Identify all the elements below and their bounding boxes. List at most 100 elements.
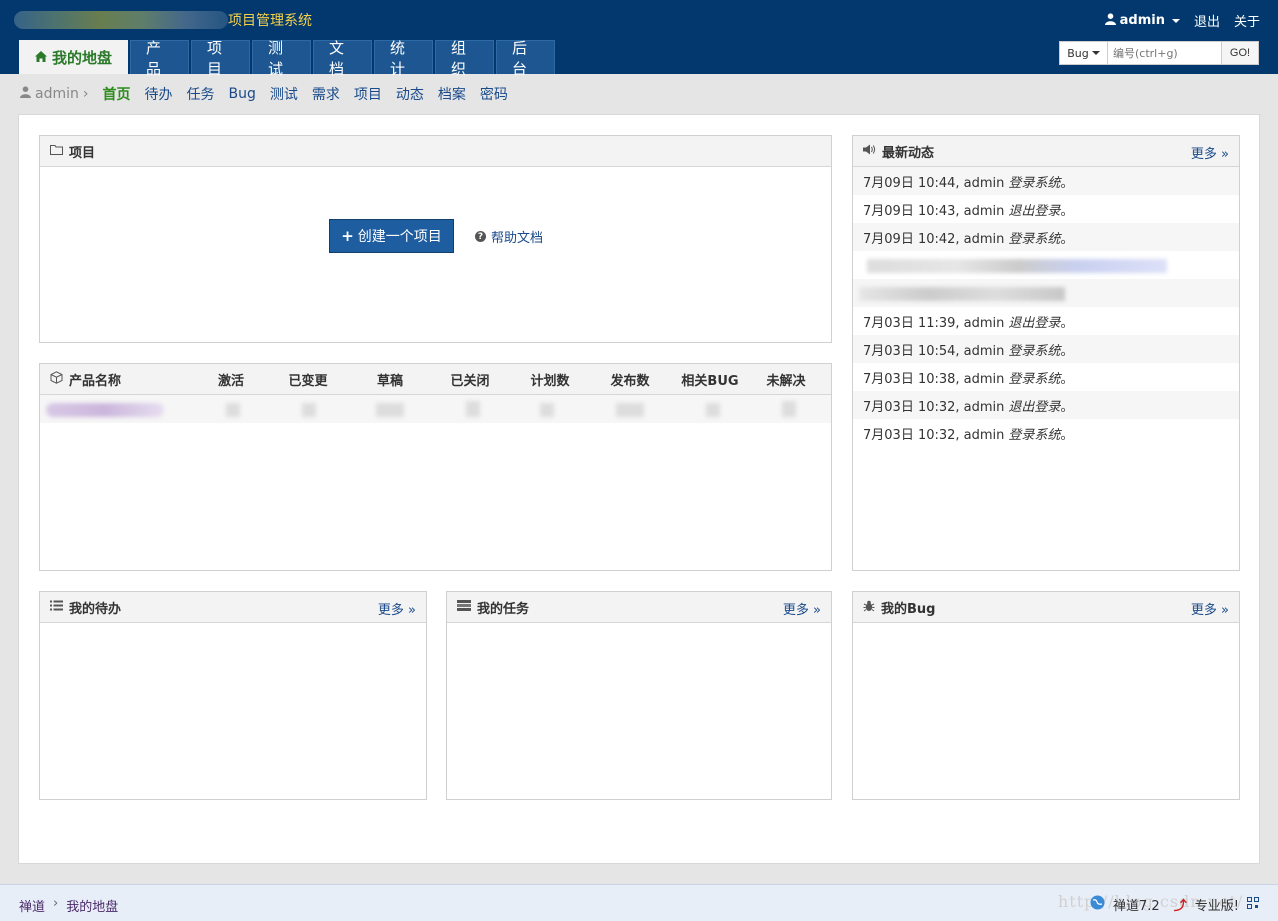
- subnav-todo[interactable]: 待办: [144, 84, 172, 104]
- tab-report[interactable]: 统计: [374, 39, 434, 78]
- dyn-end: 。: [1060, 231, 1074, 247]
- blurred-dyn-item: [867, 259, 1167, 273]
- blurred-cell: [466, 401, 480, 417]
- list-item[interactable]: 7月03日 10:32, admin 登录系统。: [853, 419, 1239, 447]
- globe-icon: [1090, 895, 1105, 914]
- double-chevron-right-icon: »: [1221, 147, 1229, 162]
- subnav-testtask[interactable]: 测试: [270, 84, 298, 104]
- subnav-dynamic[interactable]: 动态: [396, 84, 424, 104]
- col-bugs: 相关BUG: [681, 373, 739, 389]
- bug-more-link[interactable]: 更多 »: [1191, 599, 1229, 618]
- subnav-home[interactable]: 首页: [102, 84, 130, 104]
- footer-crumb-home[interactable]: 禅道: [19, 896, 45, 915]
- footer: 禅道 › 我的地盘 http://blog.csdn.net/ 禅道7.2 ⤴ …: [0, 884, 1278, 921]
- qrcode-icon[interactable]: [1246, 896, 1259, 913]
- plus-icon: +: [341, 227, 354, 245]
- task-panel-title: 我的任务: [477, 601, 530, 617]
- dyn-time: 7月03日 10:54, admin: [863, 343, 1005, 359]
- product-panel: 产品名称 激活 已变更 草稿 已关闭 计划数 发布数 相关BUG 未解决: [39, 363, 832, 571]
- search-go-button[interactable]: GO!: [1222, 41, 1259, 65]
- dynamic-more-link[interactable]: 更多 »: [1191, 143, 1229, 162]
- dyn-time: 7月03日 11:39, admin: [863, 315, 1005, 331]
- about-link[interactable]: 关于: [1234, 11, 1260, 30]
- subnav-profile[interactable]: 档案: [438, 84, 466, 104]
- search-type-select[interactable]: Bug: [1059, 41, 1108, 65]
- search-input[interactable]: [1108, 41, 1222, 65]
- top-header: 项目管理系统 admin 退出 关于 我的地盘 产品 项目 测试 文档 统计 组…: [0, 0, 1278, 78]
- blurred-cell: [226, 403, 240, 417]
- task-panel-header: 我的任务 更多 »: [447, 592, 831, 623]
- dyn-action: 登录系统: [1008, 371, 1061, 387]
- blurred-cell: [540, 403, 554, 417]
- dyn-end: 。: [1060, 315, 1074, 331]
- tab-test[interactable]: 测试: [252, 39, 312, 78]
- arrow-up-icon: ⤴: [1173, 899, 1187, 914]
- dyn-action: 登录系统: [1008, 175, 1061, 191]
- list-item[interactable]: 7月03日 10:32, admin 退出登录。: [853, 391, 1239, 419]
- tab-admin[interactable]: 后台: [496, 39, 556, 78]
- subnav-password[interactable]: 密码: [480, 84, 508, 104]
- todo-more-link[interactable]: 更多 »: [378, 599, 416, 618]
- home-icon: [35, 50, 47, 65]
- dyn-time: 7月03日 10:38, admin: [863, 371, 1005, 387]
- help-doc-link[interactable]: ? 帮助文档: [475, 227, 543, 246]
- tab-project[interactable]: 项目: [191, 39, 251, 78]
- list-item[interactable]: 7月09日 10:42, admin 登录系统。: [853, 223, 1239, 251]
- user-menu[interactable]: admin: [1104, 12, 1180, 29]
- dynamic-panel-title: 最新动态: [882, 145, 935, 161]
- more-label: 更多: [377, 603, 404, 618]
- col-changed: 已变更: [288, 373, 328, 389]
- list-item[interactable]: 7月03日 11:39, admin 退出登录。: [853, 307, 1239, 335]
- blurred-cell: [376, 403, 404, 417]
- more-label: 更多: [1190, 603, 1217, 618]
- list-item[interactable]: [853, 251, 1239, 279]
- cube-icon: [50, 370, 63, 388]
- blurred-cell: [782, 401, 796, 417]
- pro-link[interactable]: 专业版!: [1195, 895, 1239, 914]
- logout-link[interactable]: 退出: [1194, 11, 1220, 30]
- todo-panel: 我的待办 更多 »: [39, 591, 427, 800]
- user-icon: [1104, 12, 1116, 29]
- list-item[interactable]: [853, 279, 1239, 307]
- col-draft: 草稿: [376, 373, 403, 389]
- brand[interactable]: 项目管理系统: [14, 10, 312, 30]
- col-releases: 发布数: [610, 373, 650, 389]
- subnav-story[interactable]: 需求: [312, 84, 340, 104]
- list-item[interactable]: 7月09日 10:43, admin 退出登录。: [853, 195, 1239, 223]
- dyn-action: 退出登录: [1008, 315, 1061, 331]
- blurred-product-name: [46, 403, 164, 417]
- create-project-label: 创建一个项目: [357, 229, 442, 245]
- list-item[interactable]: 7月03日 10:38, admin 登录系统。: [853, 363, 1239, 391]
- blurred-dyn-item: [859, 287, 1065, 301]
- subnav-bug[interactable]: Bug: [228, 86, 255, 102]
- list-item[interactable]: 7月09日 10:44, admin 登录系统。: [853, 167, 1239, 195]
- tab-company[interactable]: 组织: [435, 39, 495, 78]
- bug-panel-title: 我的Bug: [881, 601, 936, 617]
- col-product-name: 产品名称: [40, 370, 200, 389]
- more-label: 更多: [1190, 147, 1217, 162]
- dyn-action: 登录系统: [1008, 427, 1061, 443]
- volume-icon: [863, 144, 876, 158]
- task-more-link[interactable]: 更多 »: [783, 599, 821, 618]
- main-nav: 我的地盘 产品 项目 测试 文档 统计 组织 后台: [19, 39, 556, 78]
- dyn-end: 。: [1060, 399, 1074, 415]
- create-project-button[interactable]: + 创建一个项目: [329, 219, 454, 253]
- main-container: 项目 + 创建一个项目 ? 帮助文档 产品名称 激活 已变更 草稿 已关闭 计划…: [18, 114, 1260, 864]
- subnav-project[interactable]: 项目: [354, 84, 382, 104]
- version-link[interactable]: 禅道7.2: [1113, 895, 1160, 914]
- subnav-task[interactable]: 任务: [186, 84, 214, 104]
- tab-my[interactable]: 我的地盘: [19, 40, 129, 74]
- double-chevron-right-icon: »: [1221, 603, 1229, 618]
- top-right-menu: admin 退出 关于: [1104, 11, 1260, 30]
- footer-crumb-my[interactable]: 我的地盘: [66, 896, 118, 915]
- sub-nav: admin › 首页 待办 任务 Bug 测试 需求 项目 动态 档案 密码: [20, 84, 508, 104]
- tab-product[interactable]: 产品: [130, 39, 190, 78]
- dyn-end: 。: [1060, 371, 1074, 387]
- quick-search: Bug GO!: [1059, 41, 1259, 65]
- table-row[interactable]: [40, 395, 831, 423]
- tab-doc[interactable]: 文档: [313, 39, 373, 78]
- chevron-right-icon: ›: [53, 896, 59, 911]
- breadcrumb-user-name: admin: [35, 86, 79, 102]
- bug-icon: [863, 600, 875, 615]
- list-item[interactable]: 7月03日 10:54, admin 登录系统。: [853, 335, 1239, 363]
